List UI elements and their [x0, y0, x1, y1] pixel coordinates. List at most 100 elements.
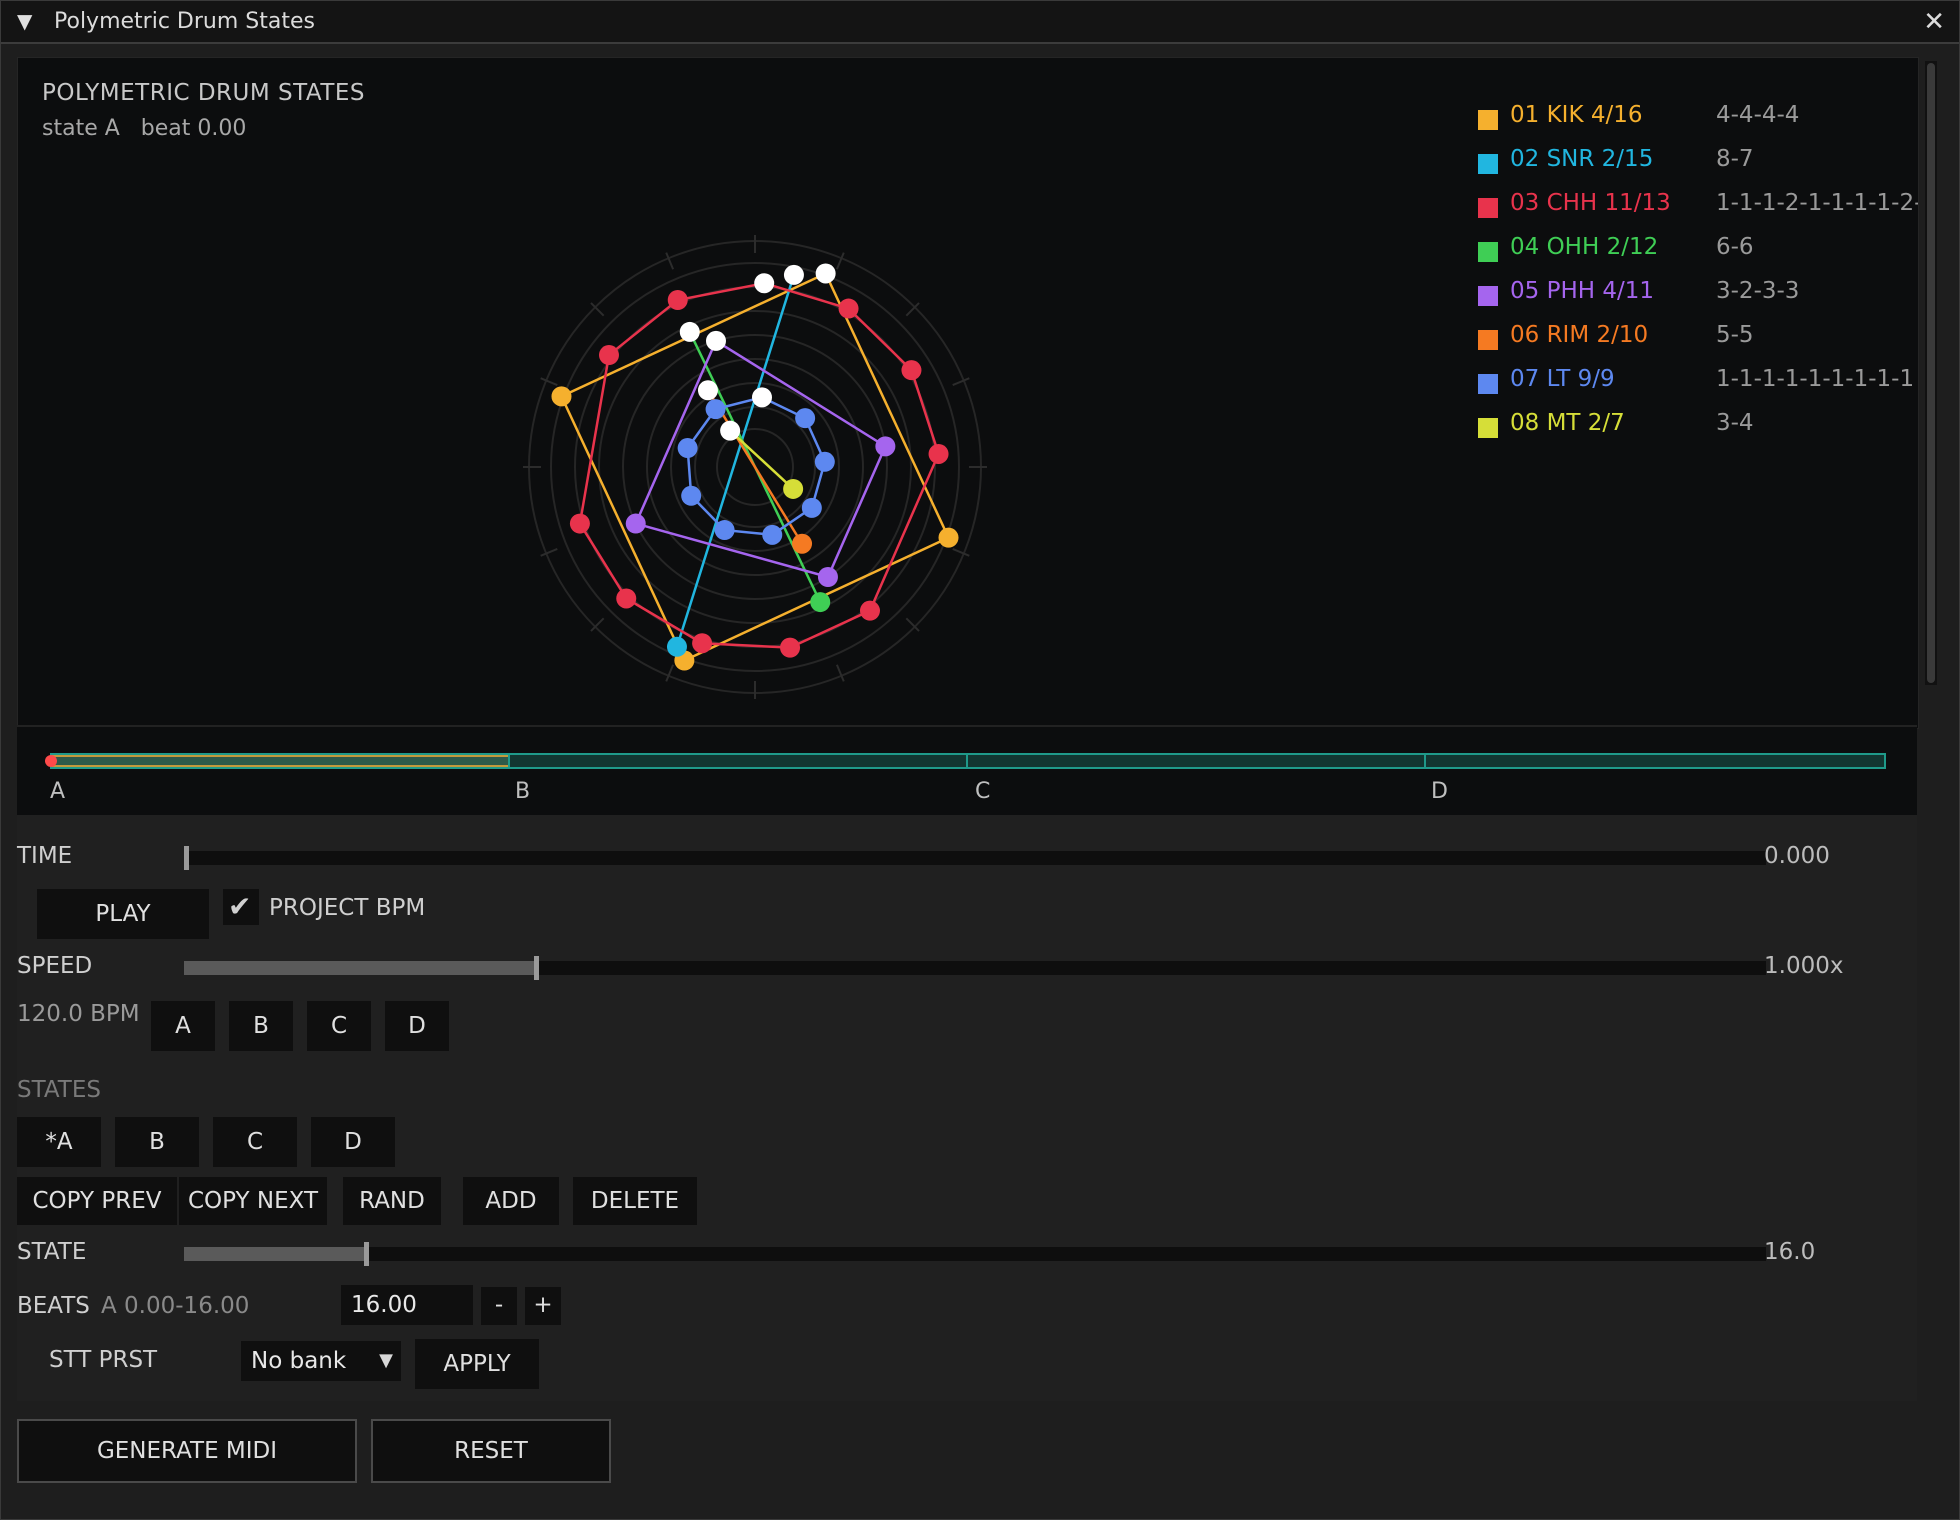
legend-pattern: 1-1-1-1-1-1-1-1-1 [1716, 366, 1915, 392]
copy-next-button[interactable]: COPY NEXT [179, 1177, 327, 1225]
preset-bank-dropdown[interactable]: No bank ▼ [241, 1341, 401, 1381]
state-timeline[interactable]: A B C D [17, 725, 1917, 817]
legend-track-name: 08 MT 2/7 [1510, 410, 1625, 436]
radar-tick [540, 547, 558, 557]
states-heading: STATES [17, 1077, 101, 1103]
track-hit-dot [928, 443, 949, 464]
track-hit-dot [666, 636, 687, 657]
track-hit-dot [569, 513, 590, 534]
legend-track-name: 03 CHH 11/13 [1510, 190, 1671, 216]
delete-button[interactable]: DELETE [573, 1177, 697, 1225]
time-slider-knob[interactable] [184, 846, 189, 870]
track-hit-dot [810, 592, 831, 613]
jump-c-button[interactable]: C [307, 1001, 371, 1051]
speed-slider[interactable] [184, 956, 1766, 980]
reset-button[interactable]: RESET [371, 1419, 611, 1483]
track-hit-dot [720, 420, 741, 441]
panel-scrollbar[interactable] [1925, 61, 1937, 685]
legend-pattern: 5-5 [1716, 322, 1754, 348]
generate-midi-button[interactable]: GENERATE MIDI [17, 1419, 357, 1483]
beats-increment-button[interactable]: + [525, 1287, 561, 1325]
speed-value: 1.000x [1764, 953, 1844, 979]
track-hit-dot [783, 264, 804, 285]
beats-decrement-button[interactable]: - [481, 1287, 517, 1325]
copy-prev-button[interactable]: COPY PREV [17, 1177, 177, 1225]
state-preset-label: STT PRST [49, 1347, 158, 1373]
close-icon[interactable]: ✕ [1923, 7, 1945, 37]
polymetric-radar-chart [523, 235, 987, 699]
checkmark-icon: ✔ [228, 890, 252, 923]
legend-swatch [1478, 242, 1498, 262]
legend-track-name: 02 SNR 2/15 [1510, 146, 1654, 172]
add-button[interactable]: ADD [463, 1177, 559, 1225]
beats-input[interactable]: 16.00 [341, 1285, 473, 1325]
jump-a-button[interactable]: A [151, 1001, 215, 1051]
track-hit-dot [815, 263, 836, 284]
track-hit-dot [751, 387, 772, 408]
legend-pattern: 6-6 [1716, 234, 1754, 260]
dropdown-arrow-icon: ▼ [379, 1350, 393, 1371]
speed-slider-knob[interactable] [534, 956, 539, 980]
timeline-tick-d [1424, 753, 1426, 769]
state-a-button[interactable]: *A [17, 1117, 101, 1167]
track-hit-dot [754, 273, 775, 294]
track-hit-dot [859, 600, 880, 621]
apply-preset-button[interactable]: APPLY [415, 1339, 539, 1389]
state-slider[interactable] [184, 1242, 1766, 1266]
timeline-label-d: D [1431, 779, 1448, 804]
time-label: TIME [17, 843, 73, 869]
track-hit-dot [817, 567, 838, 588]
play-button[interactable]: PLAY [37, 889, 209, 939]
legend-pattern: 3-4 [1716, 410, 1754, 436]
track-legend: 01 KIK 4/16 4-4-4-4 02 SNR 2/15 8-7 03 CHH 1… [1478, 102, 1918, 442]
track-hit-dot [667, 290, 688, 311]
panel-title: POLYMETRIC DRUM STATES [42, 80, 366, 106]
state-beat-readout: state A beat 0.00 [42, 116, 246, 141]
scrollbar-thumb[interactable] [1927, 63, 1935, 683]
legend-pattern: 4-4-4-4 [1716, 102, 1800, 128]
project-bpm-checkbox[interactable]: ✔ [223, 889, 259, 925]
title-bar[interactable]: ▼ Polymetric Drum States ✕ [1, 1, 1959, 44]
timeline-label-a: A [50, 779, 66, 804]
track-hit-dot [697, 380, 718, 401]
legend-track-name: 07 LT 9/9 [1510, 366, 1615, 392]
jump-b-button[interactable]: B [229, 1001, 293, 1051]
radar-tick [665, 252, 675, 270]
jump-d-button[interactable]: D [385, 1001, 449, 1051]
track-hit-dot [625, 513, 646, 534]
state-slider-knob[interactable] [364, 1242, 369, 1266]
track-hit-dot [616, 588, 637, 609]
collapse-triangle-icon[interactable]: ▼ [17, 9, 32, 33]
legend-pattern: 1-1-1-2-1-1-1-1-2-1-1 [1716, 190, 1918, 216]
legend-swatch [1478, 154, 1498, 174]
track-hit-dot [692, 633, 713, 654]
speed-slider-fill [184, 961, 536, 975]
rand-button[interactable]: RAND [343, 1177, 441, 1225]
track-hit-dot [714, 520, 735, 541]
state-b-button[interactable]: B [115, 1117, 199, 1167]
legend-swatch [1478, 374, 1498, 394]
track-hit-dot [801, 497, 822, 518]
time-value: 0.000 [1764, 843, 1830, 869]
radar-tick [540, 377, 558, 387]
timeline-bar[interactable] [50, 753, 1886, 769]
track-hit-dot [795, 408, 816, 429]
track-hit-dot [762, 524, 783, 545]
track-hit-dot [838, 298, 859, 319]
timeline-tick-b [508, 753, 510, 769]
legend-swatch [1478, 286, 1498, 306]
legend-track-name: 06 RIM 2/10 [1510, 322, 1649, 348]
controls-panel: TIME 0.000 PLAY ✔ PROJECT BPM SPEED 1.00… [17, 815, 1917, 1401]
playhead-marker[interactable] [45, 755, 57, 767]
state-d-button[interactable]: D [311, 1117, 395, 1167]
track-hit-dot [677, 438, 698, 459]
time-slider[interactable] [184, 846, 1766, 870]
track-hit-dot [551, 386, 572, 407]
preset-bank-value: No bank [251, 1348, 347, 1374]
track-hit-dot [780, 637, 801, 658]
visualization-panel: POLYMETRIC DRUM STATES state A beat 0.00… [17, 57, 1919, 729]
track-hit-dot [901, 360, 922, 381]
state-c-button[interactable]: C [213, 1117, 297, 1167]
drum-states-window: ▼ Polymetric Drum States ✕ POLYMETRIC DR… [0, 0, 1960, 1520]
track-hit-dot [792, 533, 813, 554]
